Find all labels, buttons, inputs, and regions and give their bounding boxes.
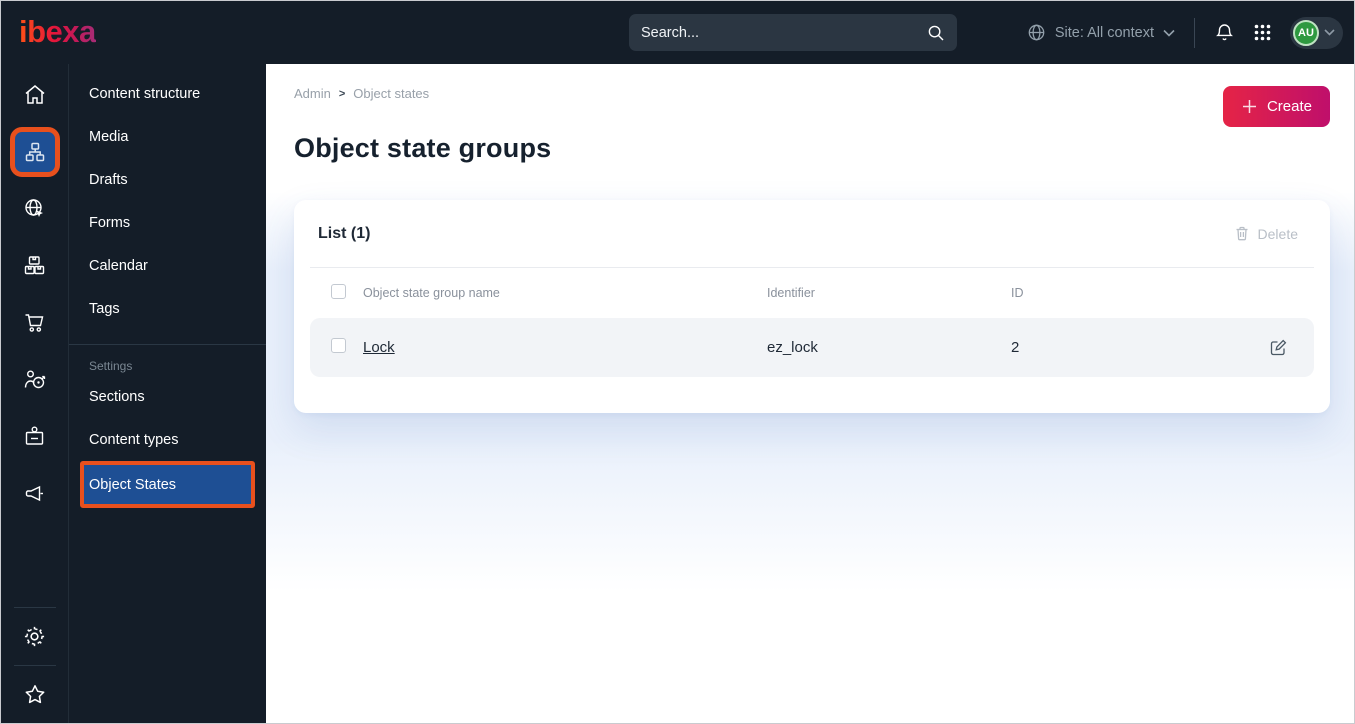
gear-icon <box>22 624 47 649</box>
table-row: Lock ez_lock 2 <box>310 318 1314 377</box>
rail-item-corporate[interactable] <box>1 408 68 465</box>
user-menu[interactable]: AU <box>1290 16 1343 49</box>
chevron-down-icon <box>1163 29 1175 37</box>
column-header-identifier: Identifier <box>767 286 815 300</box>
search-input[interactable] <box>641 24 927 41</box>
plus-icon <box>1241 98 1258 115</box>
global-search[interactable] <box>629 14 957 51</box>
row-name-link[interactable]: Lock <box>363 339 395 356</box>
sidebar-item-forms[interactable]: Forms <box>69 201 266 244</box>
row-checkbox[interactable] <box>331 338 346 353</box>
rail-item-product-catalog[interactable] <box>1 237 68 294</box>
breadcrumb-admin[interactable]: Admin <box>294 86 331 101</box>
home-icon <box>22 82 48 108</box>
main-content: Admin > Object states Object state group… <box>266 64 1354 723</box>
sidebar-item-drafts[interactable]: Drafts <box>69 158 266 201</box>
create-button[interactable]: Create <box>1222 86 1330 127</box>
chevron-down-icon <box>1324 29 1335 36</box>
topbar-right: Site: All context AU <box>1027 1 1343 64</box>
edit-button[interactable] <box>1269 338 1288 357</box>
sidebar-item-content-types[interactable]: Content types <box>69 418 266 461</box>
sidebar-item-media[interactable]: Media <box>69 115 266 158</box>
column-header-name: Object state group name <box>363 286 500 300</box>
row-id: 2 <box>1011 339 1020 356</box>
breadcrumb-separator: > <box>338 87 346 100</box>
cart-icon <box>22 310 47 335</box>
apps-grid-icon[interactable] <box>1253 23 1272 42</box>
megaphone-icon <box>22 481 48 507</box>
select-all-checkbox[interactable] <box>331 284 346 299</box>
avatar[interactable]: AU <box>1293 19 1319 46</box>
audience-target-icon <box>22 367 48 393</box>
app-window: ibexa Site: All context <box>0 0 1355 724</box>
rail-item-content-structure[interactable] <box>1 123 68 180</box>
breadcrumb: Admin > Object states <box>294 86 551 101</box>
card-header: List (1) Delete <box>310 200 1314 268</box>
topbar-divider <box>1194 17 1195 48</box>
list-title: List (1) <box>318 224 371 242</box>
rail-item-site[interactable] <box>1 180 68 237</box>
site-context-dropdown[interactable]: Site: All context <box>1027 23 1175 42</box>
rail-item-dashboard[interactable] <box>1 66 68 123</box>
sidebar-menu: Content structure Media Drafts Forms Cal… <box>69 64 266 723</box>
search-icon[interactable] <box>927 24 945 42</box>
create-button-label: Create <box>1266 98 1312 115</box>
delete-button[interactable]: Delete <box>1226 225 1306 242</box>
site-context-label: Site: All context <box>1054 24 1154 41</box>
content-tree-icon <box>23 140 47 164</box>
sidebar-item-content-structure[interactable]: Content structure <box>69 72 266 115</box>
delete-button-label: Delete <box>1257 225 1298 242</box>
globe-cursor-icon <box>22 196 47 221</box>
sidebar-item-sections[interactable]: Sections <box>69 375 266 418</box>
sidebar-item-object-states[interactable]: Object States <box>80 461 255 508</box>
rail-item-promotions[interactable] <box>1 465 68 522</box>
notifications-bell-icon[interactable] <box>1214 22 1235 43</box>
rail-item-settings[interactable] <box>1 608 68 665</box>
sidebar-item-tags[interactable]: Tags <box>69 287 266 330</box>
column-header-id: ID <box>1011 286 1024 300</box>
edit-pencil-icon <box>1269 338 1288 357</box>
object-state-groups-card: List (1) Delete Object state group name … <box>294 200 1330 413</box>
annotation-highlight-box <box>9 126 60 177</box>
rail-item-bookmarks[interactable] <box>1 666 68 723</box>
trash-icon <box>1234 225 1250 242</box>
ibexa-logo[interactable]: ibexa <box>19 13 96 51</box>
breadcrumb-object-states[interactable]: Object states <box>353 86 429 101</box>
row-identifier: ez_lock <box>767 339 818 356</box>
icon-rail <box>1 64 69 723</box>
rail-item-commerce[interactable] <box>1 294 68 351</box>
table-header-row: Object state group name Identifier ID <box>310 268 1314 318</box>
globe-icon <box>1027 23 1046 42</box>
page-title: Object state groups <box>294 133 552 163</box>
rail-item-personalization[interactable] <box>1 351 68 408</box>
star-icon <box>22 682 48 708</box>
sidebar-item-calendar[interactable]: Calendar <box>69 244 266 287</box>
sidebar-settings-heading: Settings <box>89 359 133 373</box>
topbar: ibexa Site: All context <box>1 1 1354 64</box>
boxes-icon <box>22 253 47 278</box>
content-header: Admin > Object states Object state group… <box>294 86 1330 164</box>
id-badge-icon <box>22 424 47 449</box>
